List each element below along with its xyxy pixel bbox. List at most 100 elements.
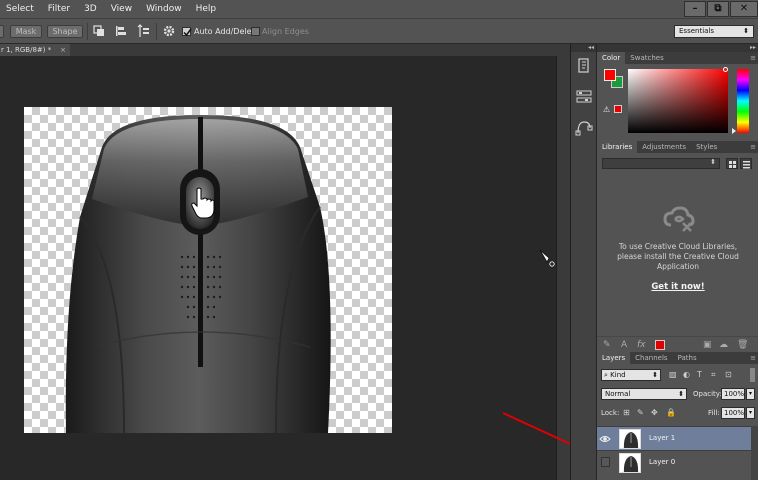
blend-mode-select[interactable]: Normal ⬍ (601, 388, 687, 400)
close-button[interactable]: ✕ (730, 1, 758, 17)
history-icon[interactable] (573, 56, 595, 76)
expand-panels-icon[interactable]: ▸▸ (597, 44, 758, 52)
options-separator (87, 23, 88, 40)
eye-icon[interactable] (599, 433, 611, 445)
path-operations-icon[interactable] (92, 24, 106, 38)
tab-channels[interactable]: Channels (630, 352, 672, 364)
get-it-now-link[interactable]: Get it now! (597, 282, 758, 292)
layers-scrollbar[interactable] (751, 426, 758, 480)
properties-icon[interactable] (573, 87, 595, 107)
menu-window[interactable]: Window (139, 4, 189, 14)
lock-all-icon[interactable]: 🔒 (666, 408, 676, 417)
fill-dropdown-icon[interactable]: ▾ (746, 407, 755, 419)
canvas-area[interactable] (0, 56, 556, 480)
adjustment-filter-icon[interactable]: ◐ (683, 370, 690, 379)
smart-object-filter-icon[interactable]: ⊡ (725, 370, 732, 379)
tab-layers[interactable]: Layers (597, 352, 631, 364)
document-canvas[interactable] (24, 107, 392, 433)
menu-3d[interactable]: 3D (77, 4, 104, 14)
panel-menu-icon[interactable]: ≡ (750, 141, 756, 153)
type-filter-icon[interactable]: T (697, 370, 702, 379)
menu-filter[interactable]: Filter (41, 4, 77, 14)
mouse-image (65, 115, 331, 433)
grid-view-icon[interactable] (726, 158, 738, 169)
layer-name[interactable]: Layer 1 (649, 434, 675, 442)
creative-cloud-icon (663, 206, 695, 232)
minimize-button[interactable]: – (684, 1, 706, 17)
filter-toggle[interactable] (750, 368, 755, 382)
auto-add-delete-checkbox[interactable] (182, 27, 192, 37)
document-tab[interactable]: r 1, RGB/8#) * × (0, 44, 70, 56)
auto-add-delete-label: Auto Add/Delete (194, 27, 260, 36)
character-style-icon[interactable]: A (621, 340, 627, 350)
shape-filter-icon[interactable]: ⌗ (711, 370, 716, 380)
brush-icon[interactable]: ✎ (603, 340, 611, 350)
tab-swatches[interactable]: Swatches (625, 52, 668, 64)
options-left-button[interactable] (0, 25, 4, 38)
collapse-dock-icon[interactable]: ◂◂ (571, 44, 596, 52)
color-panel: ⚠ (597, 64, 758, 141)
gear-icon[interactable] (162, 24, 176, 38)
libraries-footer: ✎ A fx ▣ ☁ 🗑 (597, 336, 758, 352)
panel-menu-icon[interactable]: ≡ (750, 352, 756, 364)
fx-icon[interactable]: fx (637, 340, 646, 350)
menu-bar: Select Filter 3D View Window Help – ⧉ ✕ (0, 0, 758, 18)
color-picker-marker[interactable] (723, 67, 728, 72)
shape-button[interactable]: Shape (47, 25, 83, 38)
tab-adjustments[interactable]: Adjustments (637, 141, 691, 153)
lock-pixels-icon[interactable]: ✎ (637, 408, 644, 417)
layers-panel-tabs: Layers Channels Paths ≡ (597, 352, 758, 364)
fill-label: Fill: (708, 409, 720, 417)
library-select[interactable]: ⬍ (602, 158, 720, 169)
options-separator (156, 23, 157, 40)
right-panels: ▸▸ Color Swatches ≡ ⚠ Libraries Adjustme… (596, 44, 758, 480)
options-bar: Mask Shape Auto Add/Delete Align Edges E… (0, 18, 758, 44)
opacity-input[interactable]: 100% (721, 388, 745, 400)
panel-menu-icon[interactable]: ≡ (750, 52, 756, 64)
gamut-warning-icon[interactable]: ⚠ (603, 105, 610, 114)
layer-thumbnail (619, 429, 641, 449)
layer-row[interactable]: Layer 1 (597, 426, 751, 450)
libraries-panel-tabs: Libraries Adjustments Styles ≡ (597, 141, 758, 153)
color-spectrum[interactable] (628, 69, 728, 133)
chevron-down-icon: ⬍ (678, 390, 684, 398)
tab-color[interactable]: Color (597, 52, 626, 64)
panel-dock-strip: ◂◂ (570, 44, 596, 480)
path-arrangement-icon[interactable] (136, 24, 150, 38)
tab-paths[interactable]: Paths (673, 352, 702, 364)
lock-transparency-icon[interactable]: ⊞ (623, 408, 630, 417)
close-tab-icon[interactable]: × (60, 44, 66, 56)
color-swatch-icon[interactable] (655, 340, 665, 350)
creative-cloud-sync-icon[interactable]: ☁ (719, 340, 728, 350)
layer-row[interactable]: Layer 0 (597, 450, 751, 474)
fill-input[interactable]: 100% (721, 407, 745, 419)
foreground-color-swatch[interactable] (604, 69, 616, 81)
mask-button[interactable]: Mask (10, 25, 42, 38)
gamut-color-swatch[interactable] (614, 105, 622, 113)
menu-help[interactable]: Help (189, 4, 224, 14)
chevron-down-icon: ⬍ (743, 27, 749, 35)
restore-button[interactable]: ⧉ (707, 1, 729, 17)
hue-slider[interactable] (737, 69, 749, 133)
layer-filter-select[interactable]: ⌕ Kind ⬍ (601, 369, 661, 381)
lock-position-icon[interactable]: ✥ (651, 408, 658, 417)
hue-slider-marker[interactable] (732, 128, 736, 134)
lock-label: Lock: (601, 409, 620, 417)
menu-view[interactable]: View (104, 4, 139, 14)
layers-panel: ⌕ Kind ⬍ ▨ ◐ T ⌗ ⊡ Normal ⬍ Opacity: 100… (597, 364, 758, 480)
checkmark-icon (183, 28, 192, 37)
workspace-select[interactable]: Essentials ⬍ (674, 25, 754, 38)
library-graphic-icon[interactable]: ▣ (703, 340, 712, 350)
menu-select[interactable]: Select (0, 4, 41, 14)
tab-styles[interactable]: Styles (691, 141, 722, 153)
visibility-toggle[interactable] (601, 457, 610, 467)
layer-name[interactable]: Layer 0 (649, 458, 675, 466)
paths-icon[interactable] (573, 118, 595, 138)
path-alignment-icon[interactable] (114, 24, 128, 38)
opacity-dropdown-icon[interactable]: ▾ (746, 388, 755, 400)
pixel-filter-icon[interactable]: ▨ (669, 370, 677, 379)
align-edges-checkbox[interactable] (251, 27, 260, 36)
trash-icon[interactable]: 🗑 (737, 340, 748, 350)
tab-libraries[interactable]: Libraries (597, 141, 638, 153)
list-view-icon[interactable] (740, 158, 752, 169)
